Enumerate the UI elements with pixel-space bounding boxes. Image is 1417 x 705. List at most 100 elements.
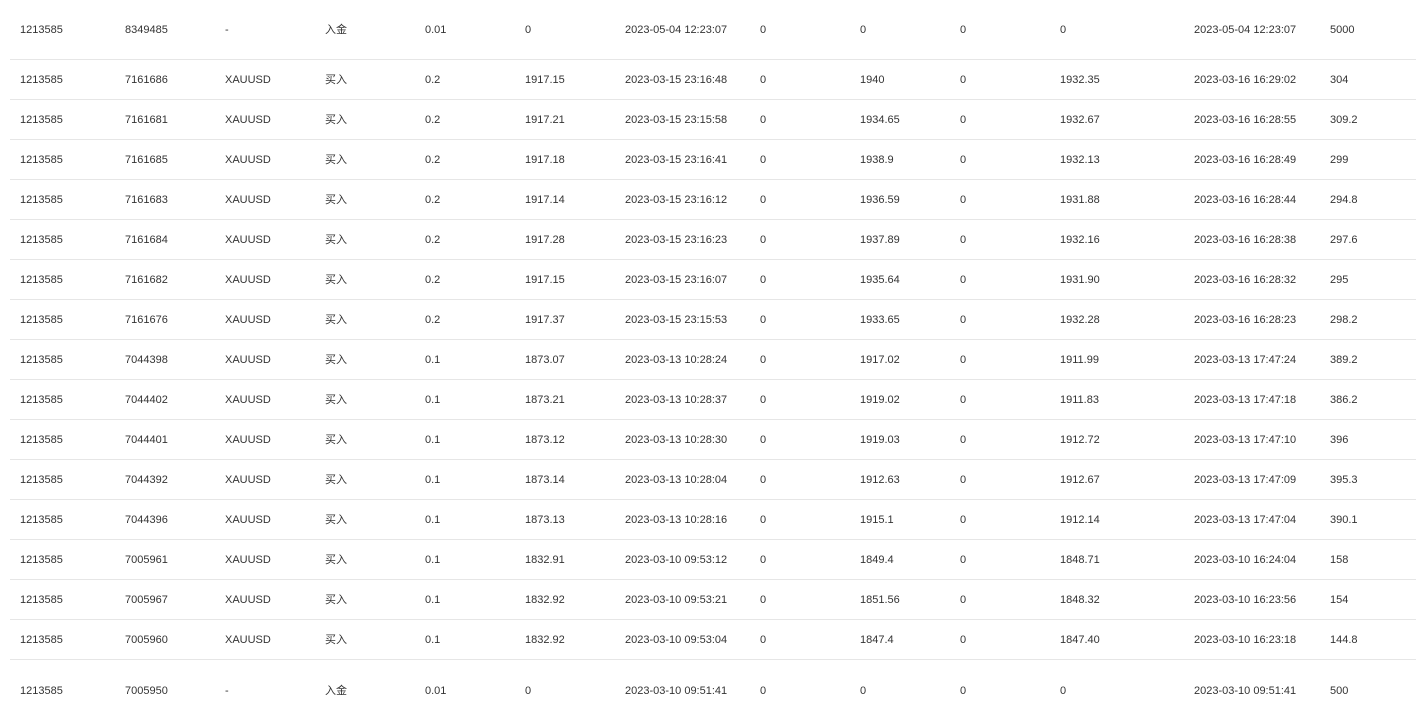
volume-cell: 0.2: [425, 74, 441, 86]
open-price-cell: 0: [525, 685, 532, 697]
type-cell: 入金: [325, 24, 347, 36]
volume-cell: 0.2: [425, 194, 441, 206]
stop-loss-cell: 0: [760, 154, 767, 166]
open-price-cell: 1917.14: [525, 194, 565, 206]
type-cell: 买入: [325, 634, 347, 646]
symbol-cell: XAUUSD: [225, 194, 271, 206]
stop-loss-cell: 0: [760, 394, 767, 406]
symbol-cell: XAUUSD: [225, 434, 271, 446]
open-price-cell: 1917.21: [525, 114, 565, 126]
table-row: 1213585 7044402 XAUUSD 买入 0.1 1873.21 20…: [10, 380, 1416, 420]
profit-cell: 158: [1330, 554, 1349, 566]
table-row: 1213585 7005967 XAUUSD 买入 0.1 1832.92 20…: [10, 580, 1416, 620]
open-price-cell: 1832.92: [525, 634, 565, 646]
profit-cell: 309.2: [1330, 114, 1358, 126]
table-row: 1213585 7044398 XAUUSD 买入 0.1 1873.07 20…: [10, 340, 1416, 380]
open-price-cell: 0: [525, 24, 532, 36]
order-id-cell: 7161685: [125, 154, 168, 166]
commission-cell: 0: [960, 154, 967, 166]
volume-cell: 0.1: [425, 634, 441, 646]
symbol-cell: XAUUSD: [225, 74, 271, 86]
profit-cell: 5000: [1330, 24, 1355, 36]
close-time-cell: 2023-05-04 12:23:07: [1194, 24, 1297, 36]
stop-loss-cell: 0: [760, 114, 767, 126]
type-cell: 买入: [325, 594, 347, 606]
open-time-cell: 2023-03-15 23:16:07: [625, 274, 728, 286]
volume-cell: 0.1: [425, 474, 441, 486]
close-price-cell: 1848.32: [1060, 594, 1100, 606]
table-row: 1213585 7161685 XAUUSD 买入 0.2 1917.18 20…: [10, 140, 1416, 180]
type-cell: 买入: [325, 354, 347, 366]
type-cell: 买入: [325, 154, 347, 166]
stop-loss-cell: 0: [760, 634, 767, 646]
commission-cell: 0: [960, 594, 967, 606]
close-price-cell: 1911.83: [1060, 394, 1099, 406]
stop-loss-cell: 0: [760, 74, 767, 86]
open-time-cell: 2023-03-15 23:16:12: [625, 194, 728, 206]
commission-cell: 0: [960, 24, 967, 36]
open-price-cell: 1832.91: [525, 554, 565, 566]
take-profit-cell: 1847.4: [860, 634, 894, 646]
commission-cell: 0: [960, 114, 967, 126]
take-profit-cell: 1919.03: [860, 434, 900, 446]
account-cell: 1213585: [20, 394, 63, 406]
commission-cell: 0: [960, 394, 967, 406]
close-price-cell: 1931.88: [1060, 194, 1100, 206]
volume-cell: 0.1: [425, 594, 441, 606]
stop-loss-cell: 0: [760, 24, 767, 36]
type-cell: 买入: [325, 274, 347, 286]
profit-cell: 304: [1330, 74, 1349, 86]
symbol-cell: -: [225, 24, 229, 36]
table-row: 1213585 7044401 XAUUSD 买入 0.1 1873.12 20…: [10, 420, 1416, 460]
close-price-cell: 1932.35: [1060, 74, 1100, 86]
account-cell: 1213585: [20, 74, 63, 86]
volume-cell: 0.01: [425, 24, 447, 36]
symbol-cell: XAUUSD: [225, 474, 271, 486]
open-price-cell: 1917.28: [525, 234, 565, 246]
close-time-cell: 2023-03-10 16:23:18: [1194, 634, 1297, 646]
close-time-cell: 2023-03-13 17:47:04: [1194, 514, 1297, 526]
table-row: 1213585 7044396 XAUUSD 买入 0.1 1873.13 20…: [10, 500, 1416, 540]
order-id-cell: 7161686: [125, 74, 168, 86]
commission-cell: 0: [960, 234, 967, 246]
stop-loss-cell: 0: [760, 354, 767, 366]
table-row: 1213585 7161684 XAUUSD 买入 0.2 1917.28 20…: [10, 220, 1416, 260]
type-cell: 入金: [325, 685, 347, 697]
table-row: 1213585 7005961 XAUUSD 买入 0.1 1832.91 20…: [10, 540, 1416, 580]
close-time-cell: 2023-03-13 17:47:18: [1194, 394, 1297, 406]
take-profit-cell: 1917.02: [860, 354, 900, 366]
open-price-cell: 1873.14: [525, 474, 565, 486]
order-id-cell: 7044392: [125, 474, 168, 486]
close-time-cell: 2023-03-10 16:24:04: [1194, 554, 1297, 566]
open-price-cell: 1873.21: [525, 394, 565, 406]
take-profit-cell: 1938.9: [860, 154, 894, 166]
symbol-cell: XAUUSD: [225, 234, 271, 246]
close-price-cell: 1911.99: [1060, 354, 1099, 366]
order-id-cell: 7005960: [125, 634, 168, 646]
open-time-cell: 2023-05-04 12:23:07: [625, 24, 728, 36]
symbol-cell: XAUUSD: [225, 354, 271, 366]
close-time-cell: 2023-03-16 16:28:32: [1194, 274, 1297, 286]
close-price-cell: 1932.13: [1060, 154, 1100, 166]
account-cell: 1213585: [20, 194, 63, 206]
type-cell: 买入: [325, 314, 347, 326]
type-cell: 买入: [325, 114, 347, 126]
profit-cell: 154: [1330, 594, 1349, 606]
account-cell: 1213585: [20, 154, 63, 166]
account-cell: 1213585: [20, 234, 63, 246]
account-cell: 1213585: [20, 314, 63, 326]
take-profit-cell: 1851.56: [860, 594, 900, 606]
order-id-cell: 7161681: [125, 114, 168, 126]
account-cell: 1213585: [20, 514, 63, 526]
type-cell: 买入: [325, 394, 347, 406]
stop-loss-cell: 0: [760, 234, 767, 246]
close-time-cell: 2023-03-16 16:28:23: [1194, 314, 1297, 326]
close-time-cell: 2023-03-16 16:29:02: [1194, 74, 1297, 86]
open-price-cell: 1873.13: [525, 514, 565, 526]
profit-cell: 298.2: [1330, 314, 1358, 326]
volume-cell: 0.01: [425, 685, 447, 697]
open-time-cell: 2023-03-13 10:28:30: [625, 434, 728, 446]
close-time-cell: 2023-03-16 16:28:38: [1194, 234, 1297, 246]
symbol-cell: XAUUSD: [225, 554, 271, 566]
open-price-cell: 1873.07: [525, 354, 565, 366]
